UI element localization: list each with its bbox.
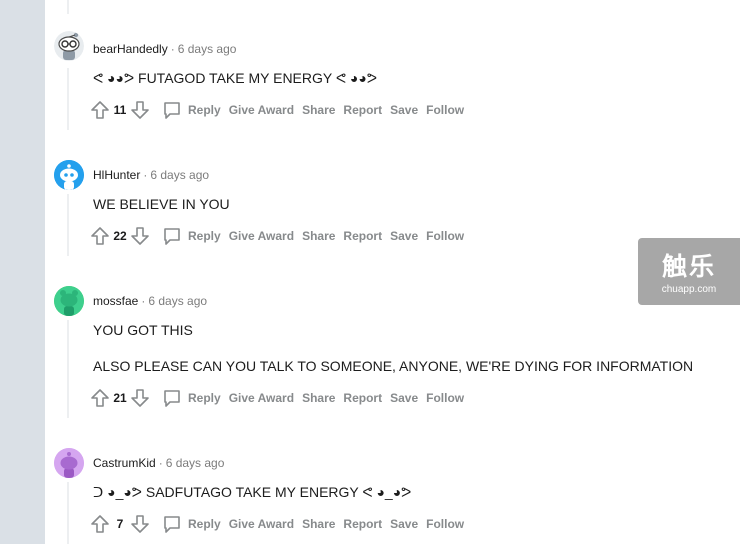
comment-meta: mossfae · 6 days ago bbox=[93, 294, 207, 308]
reply-button[interactable]: Reply bbox=[158, 226, 225, 246]
comment-actions: 22 Reply Give Award Share Report Save Fo… bbox=[90, 224, 468, 248]
comment-bubble-icon bbox=[164, 102, 180, 119]
give-award-button[interactable]: Give Award bbox=[225, 103, 298, 117]
report-button[interactable]: Report bbox=[339, 391, 386, 405]
avatar[interactable] bbox=[54, 160, 84, 190]
author-link[interactable]: mossfae bbox=[93, 294, 138, 308]
share-button[interactable]: Share bbox=[298, 103, 339, 117]
comment-body: ALSO PLEASE CAN YOU TALK TO SOMEONE, ANY… bbox=[93, 358, 694, 374]
comment-bubble-icon bbox=[164, 390, 180, 407]
vote-score: 11 bbox=[113, 103, 127, 117]
chuapp-watermark: 触乐 chuapp.com bbox=[638, 238, 740, 305]
comment-body: ᑐ ◕_◕ᕗ SADFUTAGO TAKE MY ENERGY ᕙ ◕_◕ᕗ bbox=[93, 484, 412, 500]
follow-button[interactable]: Follow bbox=[422, 229, 468, 243]
vote-score: 22 bbox=[113, 229, 127, 243]
upvote-button[interactable] bbox=[90, 226, 110, 246]
comment: bearHandedly · 6 days ago ᕙ ◕◕ᕗ FUTAGOD TA… bbox=[45, 0, 740, 140]
save-button[interactable]: Save bbox=[386, 517, 422, 531]
comment-meta: HlHunter · 6 days ago bbox=[93, 168, 209, 182]
avatar[interactable] bbox=[54, 448, 84, 478]
author-link[interactable]: CastrumKid bbox=[93, 456, 156, 470]
give-award-button[interactable]: Give Award bbox=[225, 517, 298, 531]
downvote-button[interactable] bbox=[130, 226, 150, 246]
snoo-avatar-green-icon bbox=[54, 286, 84, 316]
comment-bubble-icon bbox=[164, 516, 180, 533]
reply-button[interactable]: Reply bbox=[158, 100, 225, 120]
reply-label: Reply bbox=[188, 391, 221, 405]
upvote-arrow-icon bbox=[91, 515, 109, 533]
comment: mossfae · 6 days ago YOU GOT THIS ALSO PLE… bbox=[45, 266, 740, 428]
comment-meta: CastrumKid · 6 days ago bbox=[93, 456, 224, 470]
report-button[interactable]: Report bbox=[339, 229, 386, 243]
comment-body: WE BELIEVE IN YOU bbox=[93, 196, 230, 212]
timestamp[interactable]: 6 days ago bbox=[148, 294, 207, 308]
save-button[interactable]: Save bbox=[386, 229, 422, 243]
author-link[interactable]: bearHandedly bbox=[93, 42, 168, 56]
downvote-arrow-icon bbox=[131, 227, 149, 245]
meta-separator: · bbox=[141, 294, 146, 308]
share-button[interactable]: Share bbox=[298, 517, 339, 531]
follow-button[interactable]: Follow bbox=[422, 517, 468, 531]
comment-meta: bearHandedly · 6 days ago bbox=[93, 42, 236, 56]
vote-score: 7 bbox=[116, 517, 124, 531]
watermark-subtitle: chuapp.com bbox=[661, 284, 717, 295]
downvote-arrow-icon bbox=[131, 101, 149, 119]
comment-actions: 21 Reply Give Award Share Report Save Fo… bbox=[90, 386, 468, 410]
reply-label: Reply bbox=[188, 103, 221, 117]
upvote-button[interactable] bbox=[90, 100, 110, 120]
follow-button[interactable]: Follow bbox=[422, 391, 468, 405]
comment-bubble-icon bbox=[164, 228, 180, 245]
downvote-button[interactable] bbox=[130, 388, 150, 408]
downvote-arrow-icon bbox=[131, 515, 149, 533]
upvote-button[interactable] bbox=[90, 514, 110, 534]
upvote-arrow-icon bbox=[91, 101, 109, 119]
reply-button[interactable]: Reply bbox=[158, 514, 225, 534]
downvote-arrow-icon bbox=[131, 389, 149, 407]
share-button[interactable]: Share bbox=[298, 229, 339, 243]
left-gutter bbox=[0, 0, 45, 544]
timestamp[interactable]: 6 days ago bbox=[178, 42, 237, 56]
reply-button[interactable]: Reply bbox=[158, 388, 225, 408]
report-button[interactable]: Report bbox=[339, 517, 386, 531]
vote-score: 21 bbox=[113, 391, 127, 405]
report-button[interactable]: Report bbox=[339, 103, 386, 117]
watermark-title: 触乐 bbox=[661, 252, 716, 281]
timestamp[interactable]: 6 days ago bbox=[150, 168, 209, 182]
meta-separator: · bbox=[143, 168, 148, 182]
author-link[interactable]: HlHunter bbox=[93, 168, 140, 182]
share-button[interactable]: Share bbox=[298, 391, 339, 405]
meta-separator: · bbox=[170, 42, 175, 56]
give-award-button[interactable]: Give Award bbox=[225, 391, 298, 405]
snoo-avatar-glasses-icon bbox=[54, 31, 84, 61]
follow-button[interactable]: Follow bbox=[422, 103, 468, 117]
reply-label: Reply bbox=[188, 229, 221, 243]
downvote-button[interactable] bbox=[130, 100, 150, 120]
comment-body: YOU GOT THIS bbox=[93, 322, 193, 338]
upvote-arrow-icon bbox=[91, 389, 109, 407]
comment-body: ᕙ ◕◕ᕗ FUTAGOD TAKE MY ENERGY ᕙ ◕◕ᕗ bbox=[93, 70, 378, 86]
timestamp[interactable]: 6 days ago bbox=[166, 456, 225, 470]
save-button[interactable]: Save bbox=[386, 391, 422, 405]
downvote-button[interactable] bbox=[130, 514, 150, 534]
give-award-button[interactable]: Give Award bbox=[225, 229, 298, 243]
comment: HlHunter · 6 days ago WE BELIEVE IN YOU 22… bbox=[45, 140, 740, 266]
avatar[interactable] bbox=[54, 31, 84, 61]
comment-actions: 11 Reply Give Award Share Report Save Fo… bbox=[90, 98, 468, 122]
save-button[interactable]: Save bbox=[386, 103, 422, 117]
snoo-avatar-blue-icon bbox=[54, 160, 84, 190]
upvote-arrow-icon bbox=[91, 227, 109, 245]
upvote-button[interactable] bbox=[90, 388, 110, 408]
avatar[interactable] bbox=[54, 286, 84, 316]
comment: CastrumKid · 6 days ago ᑐ ◕_◕ᕗ SADFUTAGO T… bbox=[45, 428, 740, 544]
comment-actions: 7 Reply Give Award Share Report Save Fol… bbox=[90, 512, 468, 536]
meta-separator: · bbox=[158, 456, 163, 470]
reply-label: Reply bbox=[188, 517, 221, 531]
snoo-avatar-purple-icon bbox=[54, 448, 84, 478]
